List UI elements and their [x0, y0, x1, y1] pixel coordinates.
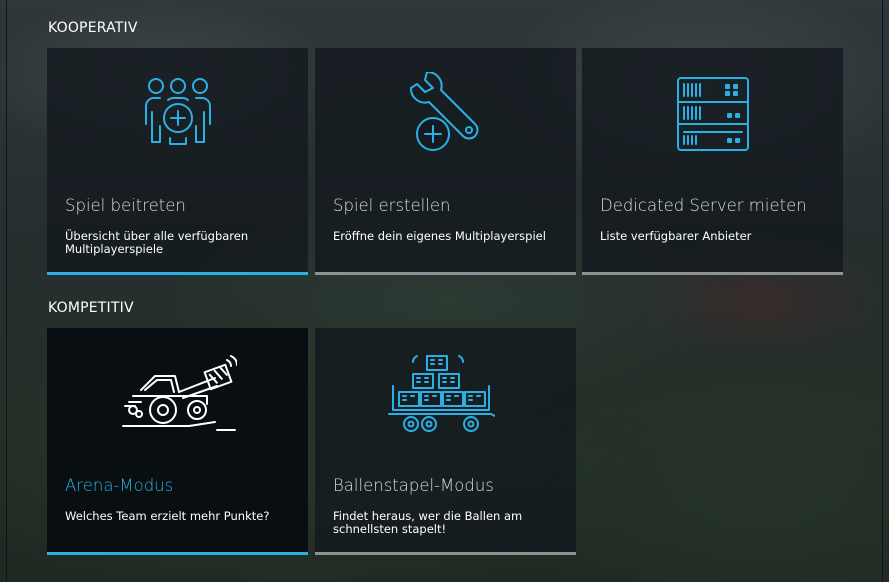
- card-active-indicator: [47, 272, 308, 275]
- card-bale-stacking-mode[interactable]: Ballenstapel-Modus Findet heraus, wer di…: [315, 328, 576, 555]
- bale-stacking-icon: [315, 328, 576, 468]
- server-icon: [582, 48, 843, 188]
- card-title: Ballenstapel-Modus: [333, 476, 494, 495]
- card-indicator: [315, 552, 576, 555]
- card-title: Spiel beitreten: [65, 196, 186, 215]
- card-title: Arena-Modus: [65, 476, 174, 495]
- card-arena-mode[interactable]: Arena-Modus Welches Team erzielt mehr Pu…: [47, 328, 308, 555]
- card-indicator: [315, 272, 576, 275]
- tractor-arena-icon: [47, 328, 308, 468]
- card-create-game[interactable]: Spiel erstellen Eröffne dein eigenes Mul…: [315, 48, 576, 275]
- card-title: Dedicated Server mieten: [600, 196, 807, 215]
- card-description: Übersicht über alle verfügbaren Multipla…: [65, 229, 249, 256]
- card-description: Liste verfügbarer Anbieter: [600, 229, 752, 243]
- join-game-icon: [47, 48, 308, 188]
- section-title-kooperativ: KOOPERATIV: [48, 20, 138, 36]
- card-description: Findet heraus, wer die Ballen am schnell…: [333, 509, 523, 536]
- create-game-icon: [315, 48, 576, 188]
- card-description: Eröffne dein eigenes Multiplayerspiel: [333, 229, 546, 243]
- section-title-kompetitiv: KOMPETITIV: [48, 300, 134, 316]
- card-rent-server[interactable]: Dedicated Server mieten Liste verfügbare…: [582, 48, 843, 275]
- card-indicator: [582, 272, 843, 275]
- card-description: Welches Team erzielt mehr Punkte?: [65, 509, 270, 523]
- card-active-indicator: [47, 552, 308, 555]
- card-join-game[interactable]: Spiel beitreten Übersicht über alle verf…: [47, 48, 308, 275]
- card-title: Spiel erstellen: [333, 196, 451, 215]
